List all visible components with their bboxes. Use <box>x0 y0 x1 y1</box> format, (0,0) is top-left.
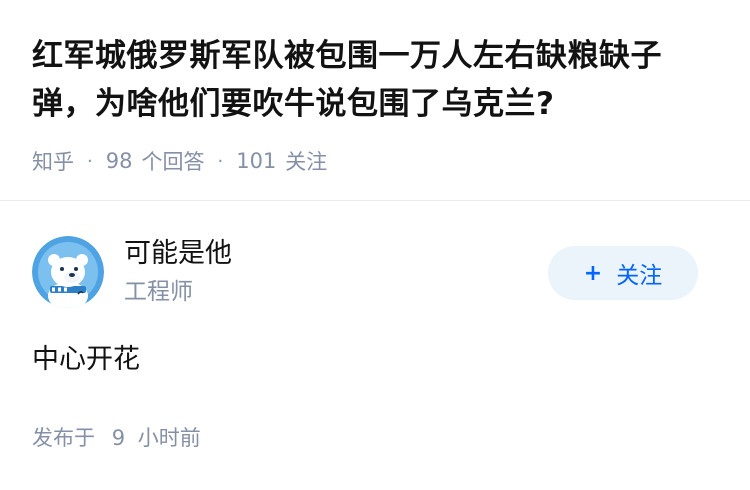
plus-icon: + <box>583 260 603 286</box>
published-label: 发布于 <box>32 426 95 450</box>
answer-content[interactable]: 中心开花 <box>32 340 140 380</box>
follower-count: 101 <box>236 149 277 173</box>
meta-separator: · <box>217 150 224 172</box>
follow-button-label: 关注 <box>616 263 663 289</box>
question-meta: 知乎 · 98 个回答 · 101 关注 <box>32 144 327 178</box>
question-title[interactable]: 红军城俄罗斯军队被包围一万人左右缺粮缺子弹，为啥他们要吹牛说包围了乌克兰? <box>32 32 722 128</box>
follow-button[interactable]: + 关注 <box>548 246 698 300</box>
section-divider <box>0 200 750 201</box>
published-value: 9 <box>111 426 126 450</box>
answer-published-time: 发布于 9 小时前 <box>32 422 201 454</box>
follower-count-label: 关注 <box>285 150 328 174</box>
published-unit: 小时前 <box>137 426 201 450</box>
answer-count: 98 <box>105 149 133 173</box>
author-avatar[interactable] <box>32 236 104 308</box>
answer-count-label: 个回答 <box>141 150 205 174</box>
author-title: 工程师 <box>124 279 193 305</box>
author-name[interactable]: 可能是他 <box>124 236 232 272</box>
polar-bear-avatar-icon <box>32 236 104 308</box>
meta-separator: · <box>87 150 93 172</box>
source-label[interactable]: 知乎 <box>32 146 74 176</box>
